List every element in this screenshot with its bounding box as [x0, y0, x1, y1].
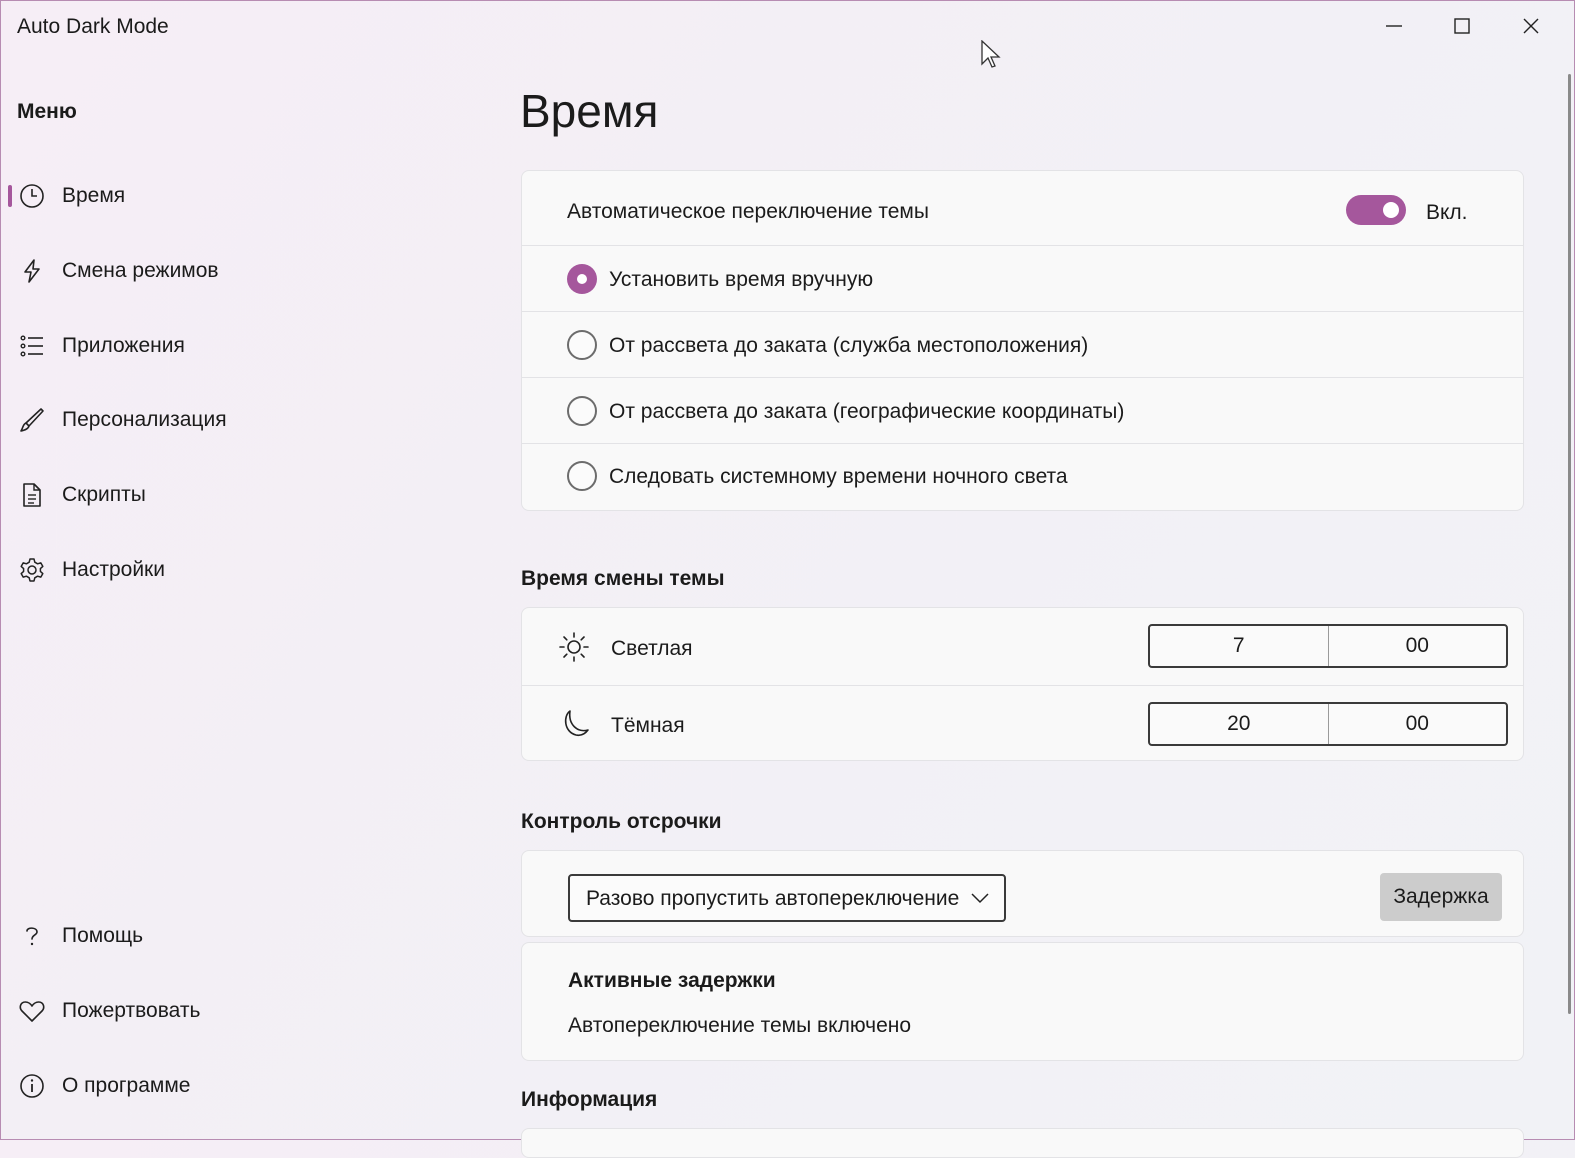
dropdown-value: Разово пропустить автопереключение — [586, 887, 960, 910]
scrollbar[interactable] — [1568, 74, 1571, 1014]
light-time-row: Светлая 7 00 — [522, 608, 1523, 685]
question-icon — [18, 922, 46, 950]
close-icon — [1523, 18, 1539, 34]
radio-manual[interactable] — [567, 264, 597, 294]
sidebar-item-label: Время — [62, 184, 126, 207]
radio-sunset-location[interactable] — [567, 330, 597, 360]
selected-indicator — [8, 185, 12, 207]
heart-icon — [18, 997, 46, 1025]
mode-label: От рассвета до заката (географические ко… — [609, 400, 1125, 423]
delay-button[interactable]: Задержка — [1380, 873, 1502, 921]
postpone-title: Контроль отсрочки — [521, 810, 722, 833]
gear-icon — [18, 556, 46, 584]
radio-night-light[interactable] — [567, 461, 597, 491]
auto-switch-label: Автоматическое переключение темы — [567, 200, 929, 223]
switch-time-card: Светлая 7 00 Тёмная 20 00 — [521, 607, 1524, 761]
active-delays-title: Активные задержки — [568, 969, 776, 992]
clock-icon — [18, 182, 46, 210]
mode-label: От рассвета до заката (служба местополож… — [609, 334, 1089, 357]
title-bar: Auto Dark Mode — [0, 0, 1575, 56]
dark-time-row: Тёмная 20 00 — [522, 685, 1523, 760]
auto-switch-row: Автоматическое переключение темы Вкл. — [522, 171, 1523, 245]
radio-sunset-coordinates[interactable] — [567, 396, 597, 426]
mode-option-sunset-coordinates[interactable]: От рассвета до заката (географические ко… — [522, 377, 1523, 443]
active-delays-status: Автопереключение темы включено — [568, 1014, 912, 1037]
sidebar-item-label: Настройки — [62, 558, 165, 581]
minimize-button[interactable] — [1360, 0, 1428, 52]
toggle-state-label: Вкл. — [1426, 201, 1468, 224]
light-label: Светлая — [611, 637, 693, 660]
mode-label: Установить время вручную — [609, 268, 874, 291]
sidebar-item-donate[interactable]: Пожертвовать — [8, 983, 478, 1039]
moon-icon — [558, 708, 590, 745]
dark-label: Тёмная — [611, 714, 685, 737]
auto-switch-toggle[interactable] — [1346, 195, 1406, 225]
toggle-knob — [1383, 202, 1399, 218]
sidebar-item-scripts[interactable]: Скрипты — [8, 467, 478, 523]
app-title: Auto Dark Mode — [17, 15, 169, 38]
sidebar-item-label: Пожертвовать — [62, 999, 201, 1022]
switch-time-title: Время смены темы — [521, 567, 725, 590]
mode-option-manual[interactable]: Установить время вручную — [522, 245, 1523, 311]
sun-icon — [558, 631, 590, 668]
sidebar-title: Меню — [17, 100, 77, 123]
sidebar-item-label: Скрипты — [62, 483, 146, 506]
sidebar-item-mode-switch[interactable]: Смена режимов — [8, 243, 478, 299]
list-icon — [18, 332, 46, 360]
maximize-button[interactable] — [1428, 0, 1496, 52]
postpone-card: Разово пропустить автопереключение Задер… — [521, 850, 1524, 937]
sidebar-item-help[interactable]: Помощь — [8, 908, 478, 964]
maximize-icon — [1454, 18, 1470, 34]
sidebar-item-apps[interactable]: Приложения — [8, 318, 478, 374]
info-title: Информация — [521, 1088, 658, 1111]
close-button[interactable] — [1497, 0, 1565, 52]
sidebar-item-personalization[interactable]: Персонализация — [8, 392, 478, 448]
sidebar-item-label: Смена режимов — [62, 259, 219, 282]
info-card — [521, 1128, 1524, 1158]
light-time-picker[interactable]: 7 00 — [1148, 624, 1508, 668]
lightning-icon — [18, 257, 46, 285]
mode-label: Следовать системному времени ночного све… — [609, 465, 1068, 488]
auto-switch-card: Автоматическое переключение темы Вкл. Ус… — [521, 170, 1524, 511]
sidebar-item-label: Персонализация — [62, 408, 227, 431]
sidebar-item-settings[interactable]: Настройки — [8, 542, 478, 598]
sidebar-item-label: Приложения — [62, 334, 185, 357]
mode-option-night-light[interactable]: Следовать системному времени ночного све… — [522, 443, 1523, 510]
sidebar-item-about[interactable]: О программе — [8, 1058, 478, 1114]
sidebar-item-time[interactable]: Время — [8, 168, 478, 224]
dark-hour[interactable]: 20 — [1150, 704, 1328, 744]
minimize-icon — [1386, 25, 1402, 27]
light-minute[interactable]: 00 — [1327, 626, 1507, 666]
document-icon — [18, 481, 46, 509]
page-title: Время — [520, 85, 659, 137]
dark-time-picker[interactable]: 20 00 — [1148, 702, 1508, 746]
mouse-cursor-icon — [981, 40, 1001, 68]
sidebar-item-label: О программе — [62, 1074, 191, 1097]
info-icon — [18, 1072, 46, 1100]
sidebar-item-label: Помощь — [62, 924, 144, 947]
dark-minute[interactable]: 00 — [1327, 704, 1507, 744]
postpone-dropdown[interactable]: Разово пропустить автопереключение — [568, 874, 1006, 922]
active-delays-card: Активные задержки Автопереключение темы … — [521, 942, 1524, 1061]
mode-option-sunset-location[interactable]: От рассвета до заката (служба местополож… — [522, 311, 1523, 377]
brush-icon — [18, 406, 46, 434]
light-hour[interactable]: 7 — [1150, 626, 1328, 666]
chevron-down-icon — [970, 888, 990, 913]
